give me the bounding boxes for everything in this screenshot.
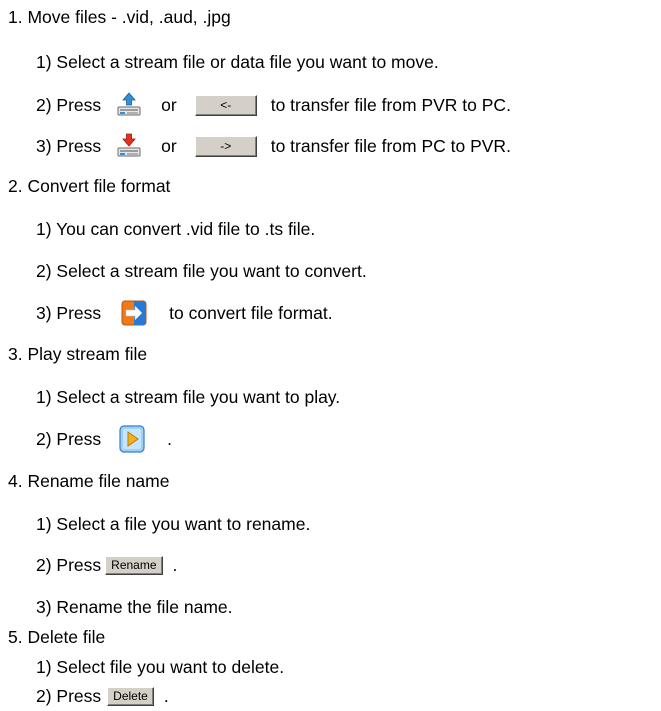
step-text: 3) Rename the file name. [36, 596, 233, 617]
step-prefix: 2) Press [36, 428, 102, 449]
pvr-upload-icon[interactable] [117, 92, 141, 118]
step-line: 1) You can convert .vid file to .ts file… [36, 214, 315, 244]
convert-icon[interactable] [121, 300, 147, 326]
step-line: 2) Press Delete. [36, 681, 169, 711]
right-arrow-button[interactable]: -> [194, 135, 257, 157]
or-text: or [161, 94, 177, 115]
step-prefix: 2) Press [36, 685, 102, 706]
play-icon[interactable] [119, 425, 145, 453]
step-prefix: 3) Press [36, 135, 102, 156]
heading-text: 1. Move files - .vid, .aud, .jpg [8, 6, 231, 27]
step-text: 2) Select a stream file you want to conv… [36, 260, 367, 281]
step-prefix: 2) Press [36, 554, 102, 575]
step-line: 1) Select a file you want to rename. [36, 509, 310, 539]
step-line: 2) Press or <- to transfer file from PVR… [36, 90, 511, 120]
step-line: 2) Press Rename . [36, 550, 177, 580]
step-line: 1) Select a stream file or data file you… [36, 47, 439, 77]
heading-text: 5. Delete file [8, 626, 106, 647]
section-heading-convert: 2. Convert file format [8, 171, 170, 201]
heading-text: 3. Play stream file [8, 343, 148, 364]
or-text: or [161, 135, 177, 156]
section-heading-play: 3. Play stream file [8, 339, 147, 369]
step-suffix: to convert file format. [169, 302, 333, 323]
heading-text: 4. Rename file name [8, 470, 170, 491]
step-text: 1) Select a file you want to rename. [36, 513, 311, 534]
step-prefix: 3) Press [36, 302, 102, 323]
section-heading-rename: 4. Rename file name [8, 466, 169, 496]
step-suffix: . [167, 428, 173, 449]
step-text: 1) Select a stream file or data file you… [36, 51, 439, 72]
step-text: 1) Select a stream file you want to play… [36, 386, 341, 407]
left-arrow-button[interactable]: <- [194, 94, 257, 116]
step-suffix: . [172, 554, 178, 575]
heading-text: 2. Convert file format [8, 175, 171, 196]
section-heading-delete: 5. Delete file [8, 622, 105, 652]
step-line: 2) Press . [36, 424, 172, 454]
rename-button[interactable]: Rename [105, 555, 163, 575]
step-suffix: to transfer file from PC to PVR. [270, 135, 511, 156]
step-line: 3) Rename the file name. [36, 592, 233, 622]
step-text: 1) You can convert .vid file to .ts file… [36, 218, 316, 239]
section-heading-move-files: 1. Move files - .vid, .aud, .jpg [8, 2, 231, 32]
step-suffix: . [163, 685, 169, 706]
step-line: 3) Press to convert file format. [36, 298, 333, 328]
step-prefix: 2) Press [36, 94, 102, 115]
step-text: 1) Select file you want to delete. [36, 656, 285, 677]
pvr-download-icon[interactable] [117, 133, 141, 159]
step-line: 3) Press or -> to transfer file from PC … [36, 131, 511, 161]
step-line: 2) Select a stream file you want to conv… [36, 256, 367, 286]
step-suffix: to transfer file from PVR to PC. [270, 94, 511, 115]
step-line: 1) Select file you want to delete. [36, 652, 284, 682]
step-line: 1) Select a stream file you want to play… [36, 382, 340, 412]
delete-button[interactable]: Delete [107, 686, 154, 706]
